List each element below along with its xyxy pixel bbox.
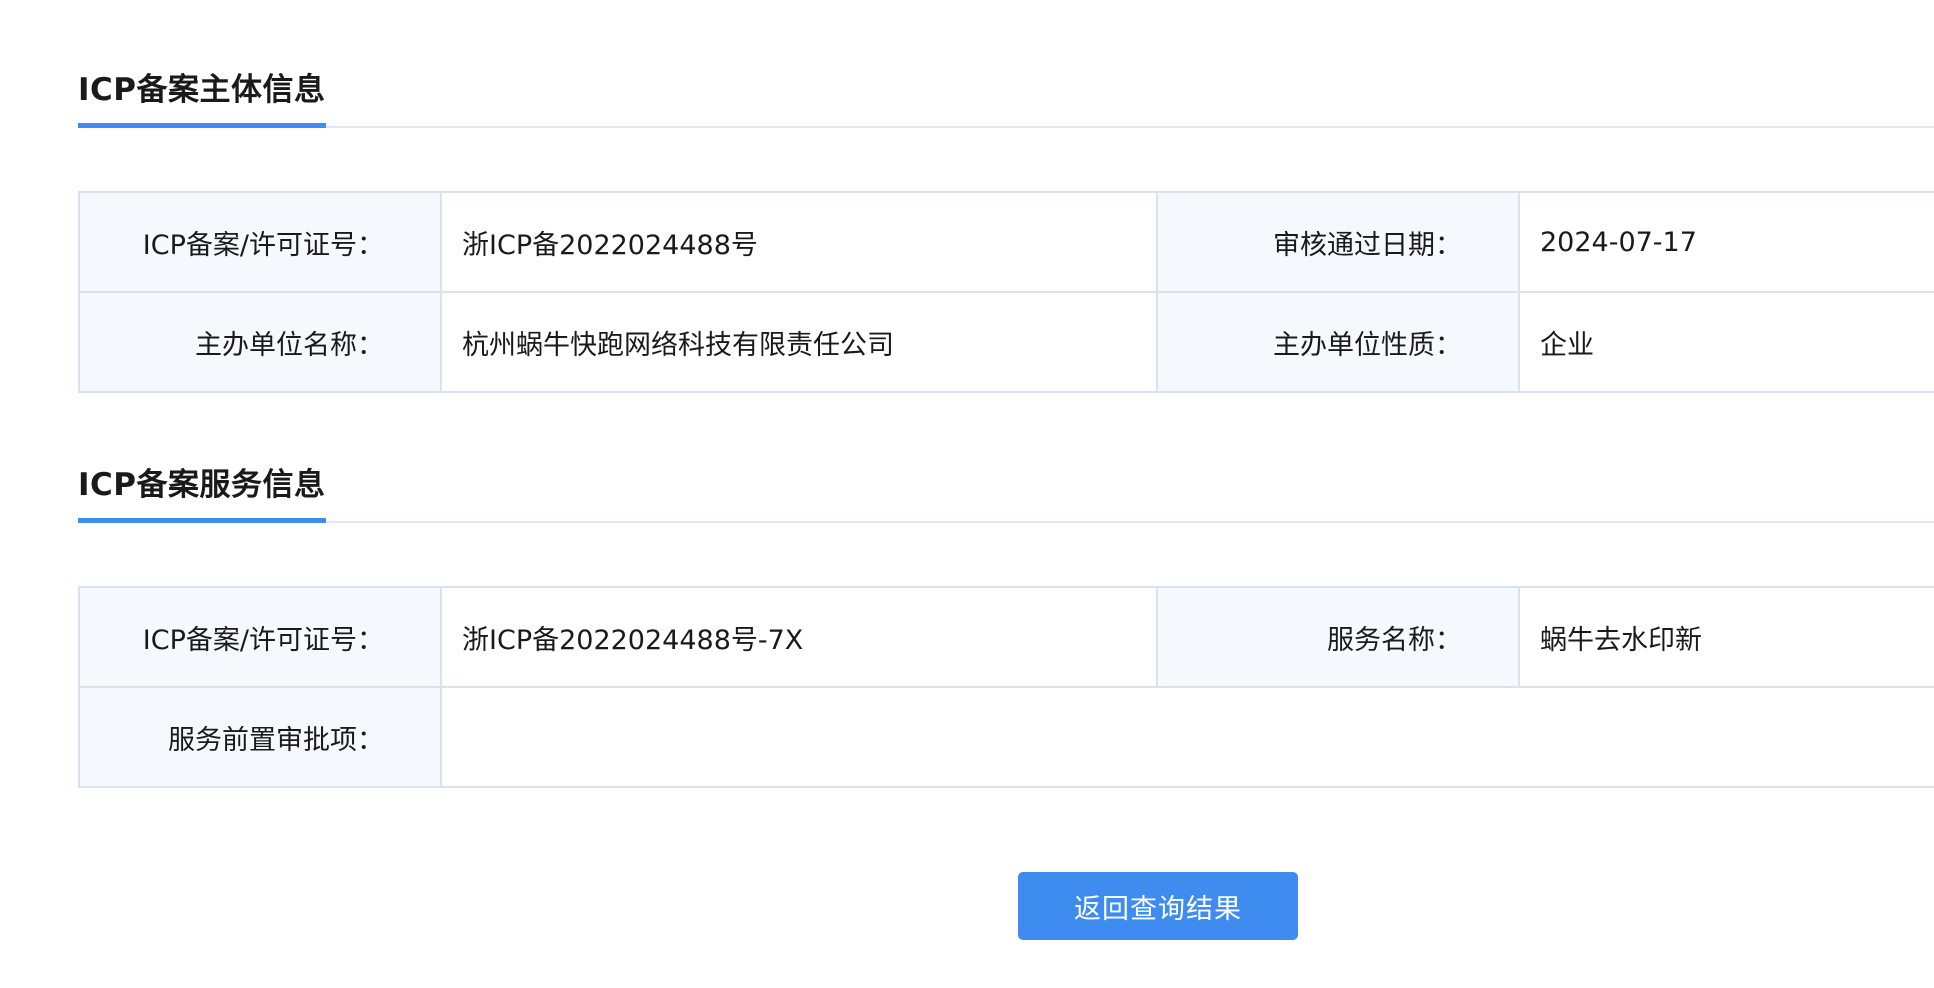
organizer-name-value: 杭州蜗牛快跑网络科技有限责任公司 (442, 293, 1158, 391)
icp-detail-page: ICP备案主体信息 ICP备案/许可证号： 浙ICP备2022024488号 审… (0, 0, 1934, 988)
organizer-type-value: 企业 (1520, 293, 1934, 391)
license-number-value: 浙ICP备2022024488号 (442, 193, 1158, 291)
service-name-label: 服务名称： (1158, 588, 1520, 686)
organizer-name-label: 主办单位名称： (80, 293, 442, 391)
table-row: 主办单位名称： 杭州蜗牛快跑网络科技有限责任公司 主办单位性质： 企业 (80, 293, 1934, 393)
back-to-results-button[interactable]: 返回查询结果 (1018, 872, 1298, 940)
service-section-title: ICP备案服务信息 (78, 459, 326, 523)
service-license-number-label: ICP备案/许可证号： (80, 588, 442, 686)
license-number-label: ICP备案/许可证号： (80, 193, 442, 291)
subject-info-table: ICP备案/许可证号： 浙ICP备2022024488号 审核通过日期： 202… (78, 191, 1934, 393)
subject-section-header: ICP备案主体信息 (78, 64, 1934, 128)
pre-approval-label: 服务前置审批项： (80, 688, 442, 786)
pre-approval-value (442, 688, 1934, 786)
approval-date-label: 审核通过日期： (1158, 193, 1520, 291)
approval-date-value: 2024-07-17 (1520, 193, 1934, 291)
service-info-table: ICP备案/许可证号： 浙ICP备2022024488号-7X 服务名称： 蜗牛… (78, 586, 1934, 788)
table-row: ICP备案/许可证号： 浙ICP备2022024488号-7X 服务名称： 蜗牛… (80, 588, 1934, 688)
table-row: ICP备案/许可证号： 浙ICP备2022024488号 审核通过日期： 202… (80, 193, 1934, 293)
service-license-number-value: 浙ICP备2022024488号-7X (442, 588, 1158, 686)
service-section-header: ICP备案服务信息 (78, 459, 1934, 523)
organizer-type-label: 主办单位性质： (1158, 293, 1520, 391)
subject-section-title: ICP备案主体信息 (78, 64, 326, 128)
table-row: 服务前置审批项： (80, 688, 1934, 788)
service-name-value: 蜗牛去水印新 (1520, 588, 1934, 686)
